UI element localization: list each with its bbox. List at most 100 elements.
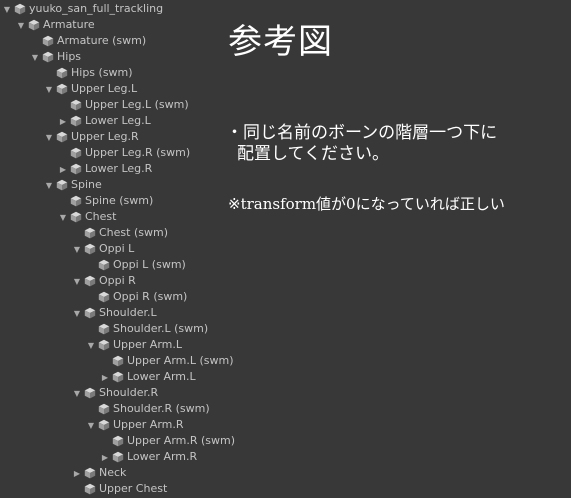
- cube-icon: [98, 259, 110, 271]
- cube-icon: [84, 227, 96, 239]
- hierarchy-row[interactable]: ▼ Spine: [0, 177, 571, 193]
- hierarchy-item-label: Lower Arm.R: [127, 450, 198, 463]
- hierarchy-item-label: Shoulder.R: [99, 386, 159, 399]
- hierarchy-row[interactable]: Oppi L (swm): [0, 257, 571, 273]
- hierarchy-row[interactable]: Chest (swm): [0, 225, 571, 241]
- hierarchy-item-label: Chest: [85, 210, 117, 223]
- cube-icon: [84, 483, 96, 495]
- hierarchy-item-label: Lower Leg.R: [85, 162, 153, 175]
- hierarchy-item-label: Chest (swm): [99, 226, 168, 239]
- triangle-down-icon[interactable]: ▼: [86, 417, 96, 433]
- cube-icon: [98, 323, 110, 335]
- triangle-down-icon[interactable]: ▼: [44, 129, 54, 145]
- triangle-down-icon[interactable]: ▼: [44, 81, 54, 97]
- hierarchy-row[interactable]: Shoulder.R (swm): [0, 401, 571, 417]
- hierarchy-item-label: Upper Arm.L: [113, 338, 182, 351]
- hierarchy-item-label: Hips (swm): [71, 66, 133, 79]
- hierarchy-item-label: Oppi R (swm): [113, 290, 188, 303]
- cube-icon: [98, 291, 110, 303]
- cube-icon: [112, 355, 124, 367]
- hierarchy-item-label: Upper Leg.R (swm): [85, 146, 191, 159]
- hierarchy-item-label: Oppi L (swm): [113, 258, 186, 271]
- hierarchy-row[interactable]: ▶ Neck: [0, 465, 571, 481]
- hierarchy-item-label: Shoulder.R (swm): [113, 402, 210, 415]
- hierarchy-row[interactable]: ▶ Lower Arm.L: [0, 369, 571, 385]
- hierarchy-item-label: Upper Arm.L (swm): [127, 354, 234, 367]
- triangle-down-icon[interactable]: ▼: [72, 273, 82, 289]
- arrow-spacer: [44, 65, 54, 81]
- cube-icon: [112, 435, 124, 447]
- hierarchy-row[interactable]: ▼ Oppi R: [0, 273, 571, 289]
- cube-icon: [14, 3, 26, 15]
- hierarchy-item-label: Hips: [57, 50, 82, 63]
- hierarchy-item-label: Oppi L: [99, 242, 135, 255]
- hierarchy-row[interactable]: Upper Arm.R (swm): [0, 433, 571, 449]
- arrow-spacer: [30, 33, 40, 49]
- hierarchy-row[interactable]: Shoulder.L (swm): [0, 321, 571, 337]
- triangle-right-icon[interactable]: ▶: [58, 161, 68, 177]
- arrow-spacer: [86, 289, 96, 305]
- triangle-down-icon[interactable]: ▼: [2, 1, 12, 17]
- triangle-down-icon[interactable]: ▼: [72, 241, 82, 257]
- cube-icon: [112, 451, 124, 463]
- hierarchy-row[interactable]: ▼ Oppi L: [0, 241, 571, 257]
- triangle-down-icon[interactable]: ▼: [16, 17, 26, 33]
- arrow-spacer: [86, 401, 96, 417]
- cube-icon: [84, 387, 96, 399]
- hierarchy-item-label: Armature: [43, 18, 95, 31]
- cube-icon: [84, 467, 96, 479]
- annotation-line-2: 配置してください。: [237, 144, 389, 164]
- hierarchy-row[interactable]: ▼ Shoulder.L: [0, 305, 571, 321]
- cube-icon: [42, 51, 54, 63]
- hierarchy-item-label: Upper Leg.L (swm): [85, 98, 189, 111]
- triangle-down-icon[interactable]: ▼: [58, 209, 68, 225]
- triangle-right-icon[interactable]: ▶: [100, 369, 110, 385]
- hierarchy-row[interactable]: ▼ Upper Arm.R: [0, 417, 571, 433]
- cube-icon: [98, 419, 110, 431]
- cube-icon: [56, 131, 68, 143]
- cube-icon: [84, 275, 96, 287]
- triangle-down-icon[interactable]: ▼: [30, 49, 40, 65]
- hierarchy-item-label: Shoulder.L (swm): [113, 322, 209, 335]
- triangle-right-icon[interactable]: ▶: [58, 113, 68, 129]
- triangle-down-icon[interactable]: ▼: [44, 177, 54, 193]
- hierarchy-item-label: Shoulder.L: [99, 306, 157, 319]
- hierarchy-item-label: Spine: [71, 178, 102, 191]
- hierarchy-row[interactable]: Oppi R (swm): [0, 289, 571, 305]
- triangle-down-icon[interactable]: ▼: [86, 337, 96, 353]
- cube-icon: [70, 147, 82, 159]
- hierarchy-row[interactable]: Upper Arm.L (swm): [0, 353, 571, 369]
- cube-icon: [98, 339, 110, 351]
- cube-icon: [70, 115, 82, 127]
- hierarchy-row[interactable]: Hips (swm): [0, 65, 571, 81]
- triangle-down-icon[interactable]: ▼: [72, 385, 82, 401]
- hierarchy-row[interactable]: ▼ Upper Arm.L: [0, 337, 571, 353]
- arrow-spacer: [100, 353, 110, 369]
- hierarchy-item-label: Oppi R: [99, 274, 136, 287]
- cube-icon: [84, 307, 96, 319]
- hierarchy-item-label: Armature (swm): [57, 34, 147, 47]
- triangle-right-icon[interactable]: ▶: [72, 465, 82, 481]
- arrow-spacer: [72, 225, 82, 241]
- arrow-spacer: [58, 145, 68, 161]
- cube-icon: [56, 179, 68, 191]
- hierarchy-row[interactable]: ▼ Shoulder.R: [0, 385, 571, 401]
- hierarchy-item-label: Lower Arm.L: [127, 370, 196, 383]
- hierarchy-item-label: Upper Leg.L: [71, 82, 138, 95]
- hierarchy-item-label: Upper Leg.R: [71, 130, 139, 143]
- triangle-right-icon[interactable]: ▶: [100, 449, 110, 465]
- arrow-spacer: [58, 97, 68, 113]
- hierarchy-row[interactable]: Upper Leg.L (swm): [0, 97, 571, 113]
- arrow-spacer: [86, 321, 96, 337]
- triangle-down-icon[interactable]: ▼: [72, 305, 82, 321]
- hierarchy-item-label: Spine (swm): [85, 194, 154, 207]
- cube-icon: [28, 19, 40, 31]
- annotation-title: 参考図: [228, 22, 333, 62]
- cube-icon: [70, 99, 82, 111]
- hierarchy-item-label: Upper Arm.R: [113, 418, 184, 431]
- cube-icon: [70, 195, 82, 207]
- annotation-line-3: ※transform値が0になっていれば正しい: [228, 195, 505, 213]
- hierarchy-row[interactable]: ▶ Lower Arm.R: [0, 449, 571, 465]
- hierarchy-row[interactable]: ▼ Upper Leg.L: [0, 81, 571, 97]
- cube-icon: [56, 67, 68, 79]
